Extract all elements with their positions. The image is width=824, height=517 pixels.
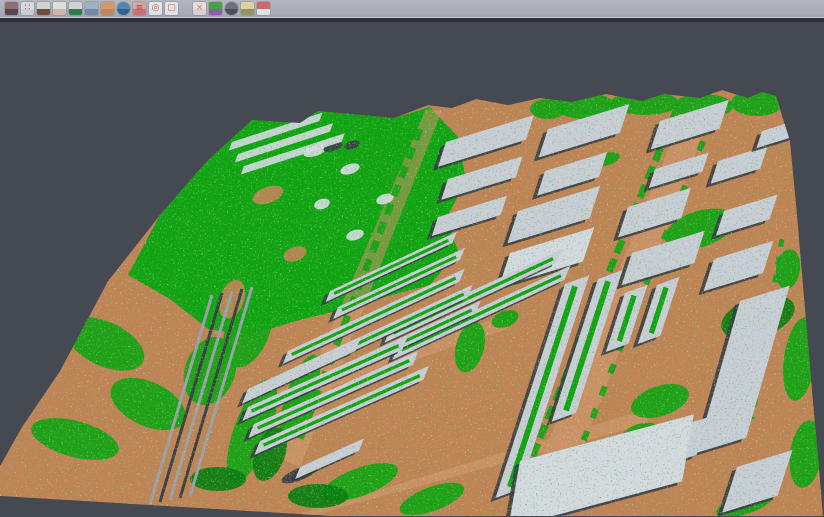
camera-dark-icon[interactable] bbox=[225, 2, 238, 15]
red-bars-icon[interactable]: ≡ bbox=[133, 2, 146, 15]
sparse-points-icon[interactable] bbox=[53, 2, 66, 15]
profile-blue-icon[interactable] bbox=[85, 2, 98, 15]
terrain-brown-icon[interactable] bbox=[37, 2, 50, 15]
red-stripes-icon[interactable] bbox=[257, 2, 270, 15]
viewport-3d[interactable] bbox=[0, 22, 824, 517]
crop-brackets-icon[interactable]: ▢ bbox=[165, 2, 178, 15]
classify-points-icon[interactable]: ∷ bbox=[21, 2, 34, 15]
toolbar: ∷ ≡◎▢ × bbox=[0, 0, 824, 18]
grid-cross-icon[interactable]: × bbox=[193, 2, 206, 15]
viewport-3d-canvas[interactable] bbox=[0, 22, 824, 516]
application-window: ∷ ≡◎▢ × bbox=[0, 0, 824, 517]
speckle-spkD bbox=[0, 22, 824, 516]
classified-map-icon[interactable] bbox=[209, 2, 222, 15]
globe-icon[interactable] bbox=[117, 2, 130, 15]
ortho-orange-icon[interactable] bbox=[101, 2, 114, 15]
raster-dark-icon[interactable] bbox=[5, 2, 18, 15]
red-ring-icon[interactable]: ◎ bbox=[149, 2, 162, 15]
export-flag-icon[interactable] bbox=[241, 2, 254, 15]
terrain-green-icon[interactable] bbox=[69, 2, 82, 15]
